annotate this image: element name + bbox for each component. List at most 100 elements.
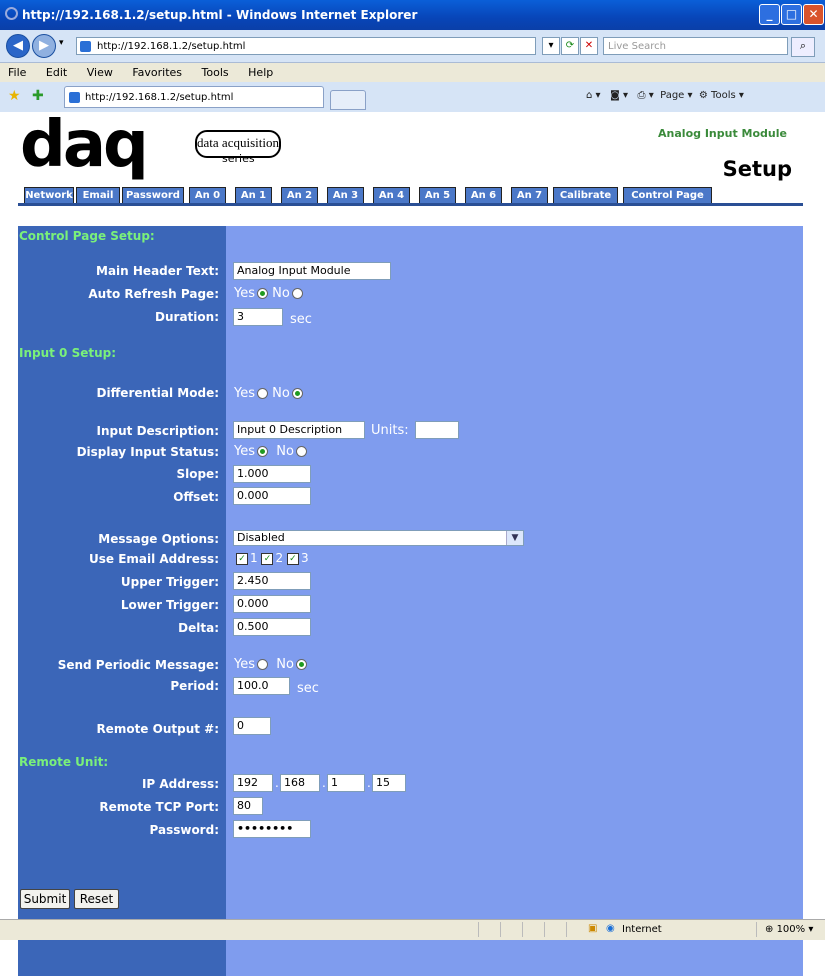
slope-input[interactable]: 1.000	[233, 465, 311, 483]
duration-unit: sec	[290, 312, 312, 327]
ip-octet-3-input[interactable]: 1	[327, 774, 365, 792]
remote-output-label: Remote Output #:	[96, 722, 219, 736]
periodic-no-radio[interactable]	[295, 659, 307, 670]
periodic-yes-radio[interactable]	[257, 659, 268, 670]
upper-trigger-label: Upper Trigger:	[120, 575, 219, 589]
delta-input[interactable]: 0.500	[233, 618, 311, 636]
address-text: http://192.168.1.2/setup.html	[97, 41, 246, 52]
menu-view[interactable]: View	[79, 63, 121, 79]
window-title: http://192.168.1.2/setup.html - Windows …	[22, 8, 418, 22]
chevron-down-icon[interactable]: ▼	[506, 531, 523, 545]
address-field[interactable]: http://192.168.1.2/setup.html	[76, 37, 536, 55]
menu-favorites[interactable]: Favorites	[124, 63, 190, 79]
zone-label: Internet	[622, 924, 662, 935]
period-input[interactable]: 100.0	[233, 677, 290, 695]
close-button[interactable]: ✕	[803, 4, 824, 25]
menu-edit[interactable]: Edit	[38, 63, 75, 79]
page-icon	[80, 41, 91, 52]
email-3-checkbox[interactable]: ✓	[286, 552, 299, 565]
remote-output-input[interactable]: 0	[233, 717, 271, 735]
input0-section: Input 0 Setup:	[19, 346, 117, 360]
main-header-input[interactable]: Analog Input Module	[233, 262, 391, 280]
menu-file[interactable]: File	[0, 63, 34, 79]
stop-icon[interactable]: ✕	[580, 37, 598, 55]
page-content: daq data acquisition series Analog Input…	[0, 108, 825, 976]
display-yes-radio[interactable]	[257, 446, 268, 457]
password-label: Password:	[149, 823, 220, 837]
auto-refresh-group: Yes No	[234, 286, 303, 301]
back-button[interactable]: ◀	[6, 34, 30, 58]
period-unit: sec	[297, 681, 319, 696]
upper-trigger-input[interactable]: 2.450	[233, 572, 311, 590]
new-tab-button[interactable]	[330, 90, 366, 110]
minimize-button[interactable]: _	[759, 4, 780, 25]
delta-label: Delta:	[178, 621, 219, 635]
period-label: Period:	[170, 679, 219, 693]
submit-button[interactable]: Submit	[20, 889, 70, 909]
ip-octet-1-input[interactable]: 192	[233, 774, 273, 792]
search-icon[interactable]: ⌕	[791, 37, 815, 57]
address-toolbar: ◀ ▶ ▾ http://192.168.1.2/setup.html ▾ ⟳ …	[0, 30, 825, 63]
description-input[interactable]: Input 0 Description	[233, 421, 365, 439]
tools-menu[interactable]: ⚙ Tools ▾	[699, 90, 744, 101]
remote-port-label: Remote TCP Port:	[99, 800, 219, 814]
main-header-label: Main Header Text:	[96, 264, 219, 278]
window-titlebar: http://192.168.1.2/setup.html - Windows …	[0, 0, 825, 30]
tab-page-icon	[69, 92, 80, 103]
differential-no-radio[interactable]	[291, 388, 303, 399]
menu-tools[interactable]: Tools	[194, 63, 237, 79]
use-email-label: Use Email Address:	[88, 552, 219, 566]
print-icon[interactable]: ⎙ ▾	[638, 90, 654, 101]
feeds-icon[interactable]: ◙ ▾	[610, 90, 628, 101]
search-input[interactable]: Live Search	[603, 37, 788, 55]
history-dropdown-icon[interactable]: ▾	[59, 38, 64, 48]
control-page-section: Control Page Setup:	[19, 229, 155, 243]
favorites-star-icon[interactable]: ★	[8, 88, 21, 104]
offset-input[interactable]: 0.000	[233, 487, 311, 505]
periodic-message-group: Yes No	[234, 657, 307, 672]
auto-refresh-yes-radio[interactable]	[257, 288, 268, 299]
values-panel	[226, 226, 803, 976]
tab-title: http://192.168.1.2/setup.html	[85, 92, 234, 103]
differential-label: Differential Mode:	[96, 386, 219, 400]
maximize-button[interactable]: □	[781, 4, 802, 25]
remote-port-input[interactable]: 80	[233, 797, 263, 815]
refresh-icon[interactable]: ⟳	[561, 37, 579, 55]
differential-group: Yes No	[234, 386, 303, 401]
units-input[interactable]	[415, 421, 459, 439]
ip-octet-2-input[interactable]: 168	[280, 774, 320, 792]
globe-icon: ◉	[606, 923, 615, 934]
module-title: Analog Input Module	[658, 127, 787, 140]
units-label: Units:	[371, 423, 409, 438]
add-favorite-icon[interactable]: ✚	[32, 88, 44, 104]
message-options-label: Message Options:	[98, 532, 219, 546]
menu-help[interactable]: Help	[240, 63, 281, 79]
duration-input[interactable]: 3	[233, 308, 283, 326]
ip-octet-4-input[interactable]: 15	[372, 774, 406, 792]
page-menu[interactable]: Page ▾	[660, 90, 692, 101]
reset-button[interactable]: Reset	[74, 889, 119, 909]
auto-refresh-label: Auto Refresh Page:	[88, 287, 219, 301]
password-input[interactable]: ••••••••	[233, 820, 311, 838]
differential-yes-radio[interactable]	[257, 388, 268, 399]
address-dropdown-icon[interactable]: ▾	[542, 37, 560, 55]
lower-trigger-label: Lower Trigger:	[120, 598, 219, 612]
browser-tab[interactable]: http://192.168.1.2/setup.html	[64, 86, 324, 108]
home-icon[interactable]: ⌂ ▾	[586, 90, 601, 101]
email-2-checkbox[interactable]: ✓	[261, 552, 274, 565]
message-options-select[interactable]: Disabled ▼	[233, 530, 524, 546]
lower-trigger-input[interactable]: 0.000	[233, 595, 311, 613]
auto-refresh-no-radio[interactable]	[291, 288, 303, 299]
remote-unit-section: Remote Unit:	[19, 755, 109, 769]
ip-address-label: IP Address:	[141, 777, 219, 791]
periodic-message-label: Send Periodic Message:	[57, 658, 219, 672]
email-1-checkbox[interactable]: ✓	[236, 552, 248, 565]
forward-button[interactable]: ▶	[32, 34, 56, 58]
email-checkboxes: ✓ 1 ✓ 2 ✓ 3	[236, 551, 309, 565]
slope-label: Slope:	[176, 467, 219, 481]
display-status-group: Yes No	[234, 444, 307, 459]
menu-bar: File Edit View Favorites Tools Help	[0, 63, 825, 82]
display-no-radio[interactable]	[295, 446, 307, 457]
protected-mode-icon[interactable]: ▣	[588, 923, 597, 934]
zoom-level[interactable]: ⊕ 100% ▾	[765, 924, 813, 935]
